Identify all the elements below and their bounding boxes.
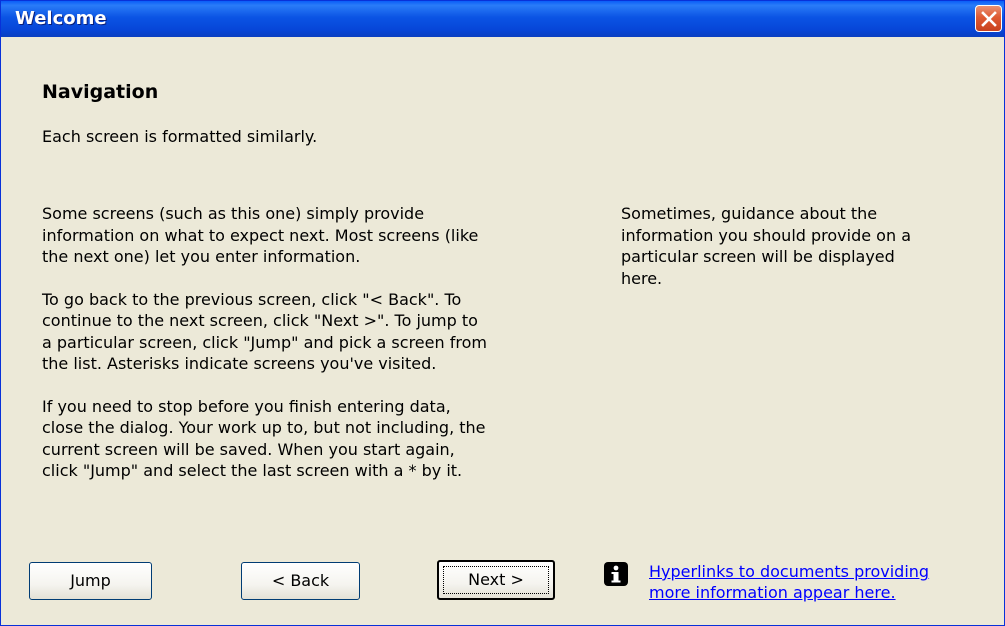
main-text: Some screens (such as this one) simply p… (42, 203, 582, 482)
next-button[interactable]: Next > (437, 560, 555, 600)
text-line: If you need to stop before you finish en… (42, 396, 451, 416)
focus-rectangle (443, 566, 549, 594)
text-line: particular screen will be displayed (621, 247, 895, 266)
text-line: continue to the next screen, click "Next… (42, 311, 478, 330)
jump-button[interactable]: Jump (29, 562, 152, 600)
text-line: the list. Asterisks indicate screens you… (42, 354, 437, 373)
text-line: Some screens (such as this one) simply p… (42, 204, 425, 223)
text-line: information on what to expect next. Most… (42, 225, 479, 245)
welcome-dialog: Welcome Navigation Each screen is format… (0, 0, 1005, 626)
text-line: click "Jump" and select the last screen … (42, 461, 463, 480)
text-line: To go back to the previous screen, click… (42, 289, 462, 309)
dialog-body: Navigation Each screen is formatted simi… (1, 37, 1004, 625)
window-title: Welcome (15, 8, 107, 29)
text-line: current screen will be saved. When you s… (42, 439, 455, 459)
close-button[interactable] (975, 5, 1002, 32)
close-icon (981, 11, 997, 27)
page-title: Navigation (42, 81, 159, 103)
hyperlink-documents[interactable]: Hyperlinks to documents providing more i… (649, 561, 929, 603)
text-line: a particular screen, click "Jump" and pi… (42, 332, 487, 352)
paragraph-screens: Some screens (such as this one) simply p… (42, 203, 582, 268)
paragraph-navigation: To go back to the previous screen, click… (42, 289, 582, 375)
text-line: the next one) let you enter information. (42, 247, 361, 266)
text-line: close the dialog. Your work up to, but n… (42, 418, 486, 437)
info-icon (604, 562, 628, 586)
text-line: Sometimes, guidance about the (621, 204, 878, 223)
text-line: information you should provide on a (621, 225, 911, 245)
title-bar[interactable]: Welcome (1, 1, 1004, 37)
back-button[interactable]: < Back (241, 562, 360, 600)
guidance-text: Sometimes, guidance about the informatio… (621, 203, 981, 289)
text-line: here. (621, 268, 663, 288)
link-line[interactable]: Hyperlinks to documents providing (649, 562, 929, 581)
back-button-label: < Back (271, 571, 330, 590)
intro-text: Each screen is formatted similarly. (42, 127, 318, 146)
jump-button-label: Jump (70, 571, 111, 590)
link-line[interactable]: more information appear here. (649, 583, 896, 602)
paragraph-stopping: If you need to stop before you finish en… (42, 396, 582, 482)
